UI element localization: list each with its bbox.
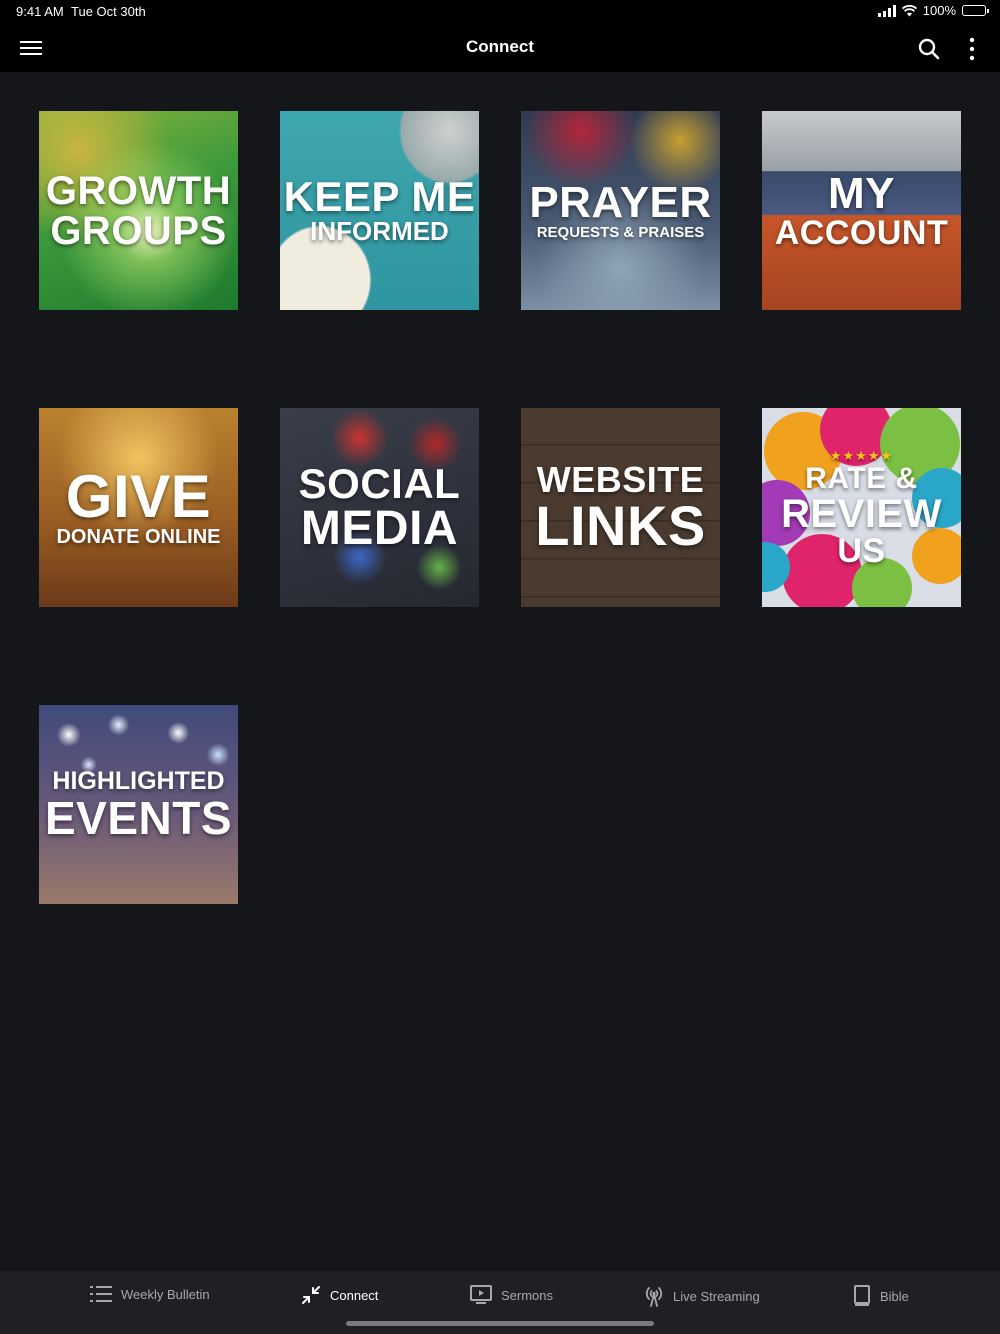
tab-bible[interactable]: Bible bbox=[853, 1285, 909, 1307]
tab-label: Sermons bbox=[501, 1287, 554, 1303]
status-date: Tue Oct 30th bbox=[71, 4, 146, 19]
battery-icon bbox=[962, 5, 989, 16]
tile-subtitle: GROUPS bbox=[50, 208, 227, 253]
tab-sermons[interactable]: Sermons bbox=[470, 1285, 553, 1305]
tab-connect[interactable]: Connect bbox=[301, 1285, 378, 1305]
tab-label: Weekly Bulletin bbox=[121, 1286, 210, 1302]
status-time: 9:41 AM bbox=[16, 4, 64, 19]
tile-social-media[interactable]: SOCIAL MEDIA bbox=[280, 408, 479, 607]
play-screen-icon bbox=[470, 1285, 492, 1304]
broadcast-icon bbox=[645, 1287, 663, 1307]
tab-label: Connect bbox=[330, 1287, 379, 1303]
tab-label: Live Streaming bbox=[673, 1288, 760, 1304]
tile-title: WEBSITE bbox=[536, 458, 705, 500]
tile-subtitle: INFORMED bbox=[310, 215, 449, 246]
tile-title: RATE & bbox=[805, 461, 918, 495]
more-vertical-icon[interactable] bbox=[968, 36, 976, 62]
tile-website-links[interactable]: WEBSITE LINKS bbox=[521, 408, 720, 607]
tile-keep-me-informed[interactable]: KEEP ME INFORMED bbox=[280, 111, 479, 310]
connect-arrows-icon bbox=[302, 1286, 320, 1304]
search-icon[interactable] bbox=[916, 36, 942, 62]
tile-subtitle: REQUESTS & PRAISES bbox=[536, 223, 705, 241]
wifi-icon bbox=[901, 4, 917, 16]
tile-title: MY bbox=[828, 168, 895, 218]
tile-title: GIVE bbox=[65, 463, 212, 530]
tile-title: PRAYER bbox=[529, 177, 712, 227]
tile-growth-groups[interactable]: GROWTH GROUPS bbox=[39, 111, 238, 310]
page-title: Connect bbox=[466, 37, 534, 56]
status-indicators: 100% bbox=[877, 3, 989, 18]
tile-highlighted-events[interactable]: HIGHLIGHTED EVENTS bbox=[39, 705, 238, 904]
tab-live-streaming[interactable]: Live Streaming bbox=[644, 1285, 760, 1307]
nav-bar: Connect bbox=[0, 24, 1000, 72]
tile-subtitle-2: US bbox=[837, 531, 886, 570]
book-icon bbox=[854, 1285, 870, 1306]
tile-my-account[interactable]: MY ACCOUNT bbox=[762, 111, 961, 310]
tile-title: SOCIAL bbox=[298, 459, 461, 507]
tile-rate-review[interactable]: ★★★★★ RATE & REVIEW US bbox=[762, 408, 961, 607]
tab-weekly-bulletin[interactable]: Weekly Bulletin bbox=[90, 1285, 210, 1303]
tile-title: HIGHLIGHTED bbox=[52, 767, 225, 796]
tile-subtitle: EVENTS bbox=[44, 791, 233, 844]
tile-subtitle: REVIEW bbox=[781, 491, 942, 536]
tile-subtitle: DONATE ONLINE bbox=[56, 526, 221, 548]
tile-subtitle: ACCOUNT bbox=[774, 213, 949, 252]
battery-percentage: 100% bbox=[922, 3, 956, 18]
list-icon bbox=[90, 1286, 112, 1302]
tile-subtitle: LINKS bbox=[535, 493, 706, 557]
tile-prayer-requests[interactable]: PRAYER REQUESTS & PRAISES bbox=[521, 111, 720, 310]
cellular-signal-icon bbox=[877, 4, 896, 17]
tile-title: GROWTH bbox=[45, 168, 232, 213]
home-indicator bbox=[346, 1321, 654, 1326]
status-bar: 9:41 AM Tue Oct 30th 100% bbox=[0, 0, 1000, 24]
tile-title: KEEP ME bbox=[283, 172, 476, 220]
tile-subtitle: MEDIA bbox=[300, 501, 459, 555]
tile-give[interactable]: GIVE DONATE ONLINE bbox=[39, 408, 238, 607]
tab-label: Bible bbox=[880, 1288, 909, 1304]
